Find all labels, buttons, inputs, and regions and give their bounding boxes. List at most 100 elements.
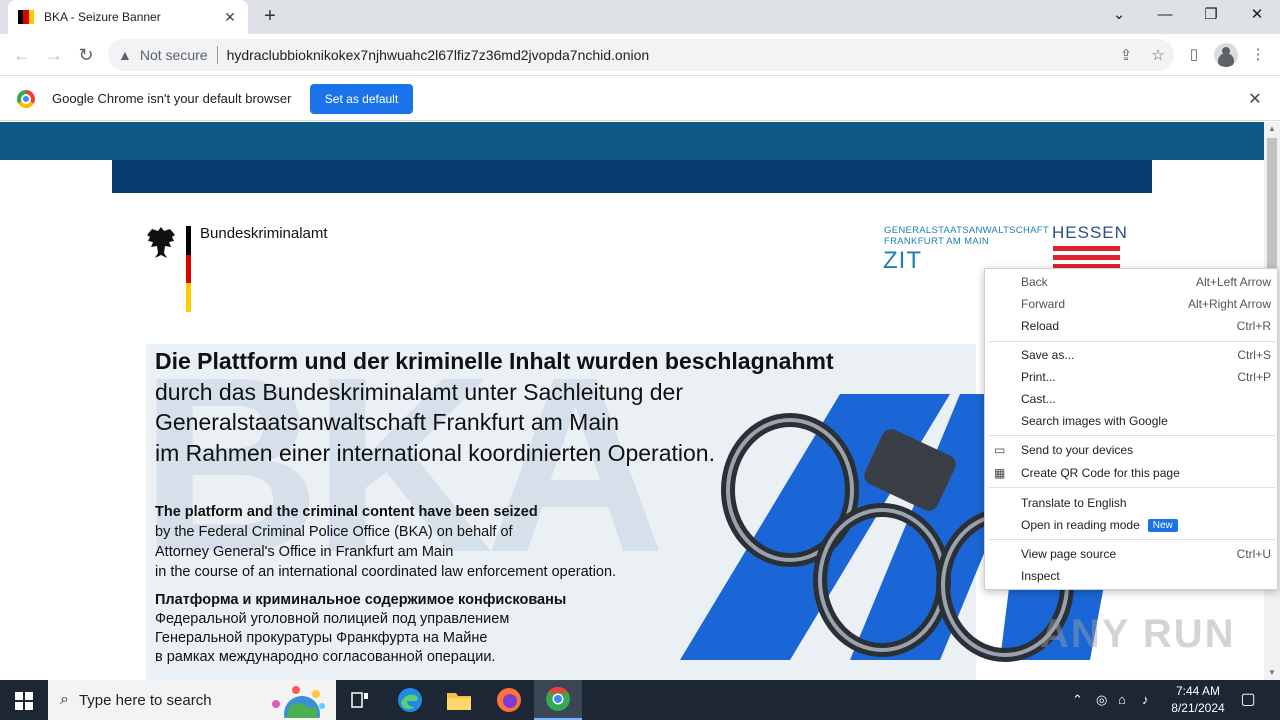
forward-arrow-icon[interactable]: → (42, 43, 66, 67)
share-icon[interactable]: ⇪ (1110, 46, 1142, 64)
german-line-3: Generalstaatsanwaltschaft Frankfurt am M… (155, 409, 620, 435)
menu-item-search-images[interactable]: Search images with Google (985, 410, 1279, 432)
qr-code-icon: ▦ (994, 466, 1006, 480)
reload-icon[interactable]: ↻ (74, 43, 98, 67)
bka-logo-text: Bundeskriminalamt (200, 225, 328, 242)
hessen-logo-text: HESSEN (1052, 223, 1128, 242)
menu-label: Back (1021, 275, 1048, 289)
network-icon[interactable]: ⌂ (1118, 692, 1126, 707)
browser-toolbar: ← → ↻ ▲ Not secure hydraclubbioknikokex7… (0, 34, 1280, 76)
new-badge: New (1147, 518, 1178, 532)
russian-line-2: Федеральной уголовной полицией под управ… (155, 611, 510, 627)
menu-item-back[interactable]: Back Alt+Left Arrow (985, 271, 1279, 293)
url-text[interactable]: hydraclubbioknikokex7njhwuahc2l67lfiz7z3… (227, 47, 1110, 63)
scrollbar-thumb[interactable] (1267, 138, 1277, 288)
english-title: The platform and the criminal content ha… (155, 504, 538, 520)
side-panel-icon[interactable]: ▯ (1182, 43, 1206, 67)
file-explorer-icon[interactable] (435, 680, 483, 720)
volume-icon[interactable]: ♪ (1142, 692, 1149, 707)
russian-line-4: в рамках международно согласованной опер… (155, 649, 496, 665)
menu-item-print[interactable]: Print... Ctrl+P (985, 366, 1279, 388)
close-infobar-icon[interactable]: ✕ (1244, 89, 1266, 109)
menu-item-reload[interactable]: Reload Ctrl+R (985, 315, 1279, 337)
menu-separator (989, 341, 1275, 342)
windows-taskbar: ⌕ Type here to search ⌃ ◎ ⌂ ♪ 7:44 AM 8/… (0, 680, 1280, 720)
task-view-icon[interactable] (336, 680, 384, 720)
set-as-default-button[interactable]: Set as default (310, 84, 413, 114)
tab-search-chevron-icon[interactable]: ⌄ (1096, 0, 1142, 32)
federal-eagle-icon (147, 227, 175, 258)
menu-separator (989, 435, 1275, 436)
german-flag-bar (186, 226, 191, 312)
edge-browser-icon[interactable] (386, 680, 434, 720)
restore-button[interactable]: ❐ (1188, 0, 1234, 32)
earth-day-icon (272, 686, 325, 718)
menu-label: Translate to English (1021, 496, 1127, 510)
back-arrow-icon[interactable]: ← (10, 43, 34, 67)
gsta-line1: GENERALSTAATSANWALTSCHAFT (884, 225, 1049, 236)
header-band (0, 122, 1264, 160)
chrome-taskbar-icon[interactable] (534, 680, 582, 720)
menu-label: Create QR Code for this page (1021, 466, 1180, 480)
menu-item-view-source[interactable]: View page source Ctrl+U (985, 543, 1279, 565)
menu-shortcut: Ctrl+U (1236, 547, 1271, 561)
bookmark-star-icon[interactable]: ☆ (1142, 46, 1174, 64)
address-bar[interactable]: ▲ Not secure hydraclubbioknikokex7njhwua… (108, 39, 1174, 71)
english-line-2: by the Federal Criminal Police Office (B… (155, 524, 513, 540)
close-window-button[interactable]: ✕ (1234, 0, 1280, 32)
hessen-crest-icon (1053, 246, 1120, 270)
menu-shortcut: Ctrl+P (1237, 370, 1271, 384)
russian-line-3: Генеральной прокуратуры Франкфурта на Ма… (155, 630, 488, 646)
german-line-2: durch das Bundeskriminalamt unter Sachle… (155, 378, 684, 405)
menu-label: Save as... (1021, 348, 1075, 362)
tray-chevron-icon[interactable]: ⌃ (1072, 692, 1083, 708)
firefox-icon[interactable] (485, 680, 533, 720)
german-flag-icon (18, 10, 34, 24)
menu-label: Inspect (1021, 569, 1060, 583)
windows-start-icon[interactable] (0, 680, 48, 720)
gsta-line2: FRANKFURT AM MAIN (884, 236, 990, 247)
menu-item-translate[interactable]: Translate to English (985, 492, 1279, 514)
menu-shortcut: Alt+Right Arrow (1187, 297, 1271, 311)
tab-strip: BKA - Seizure Banner ✕ + ⌄ — ❐ ✕ (0, 0, 1280, 34)
menu-item-cast[interactable]: Cast... (985, 388, 1279, 410)
menu-shortcut: Ctrl+R (1236, 319, 1271, 333)
kebab-menu-icon[interactable]: ⋮ (1246, 43, 1270, 67)
menu-item-save-as[interactable]: Save as... Ctrl+S (985, 344, 1279, 366)
zit-logo: ZIT (883, 247, 922, 274)
menu-item-forward[interactable]: Forward Alt+Right Arrow (985, 293, 1279, 315)
menu-item-reading-mode[interactable]: Open in reading mode New (985, 514, 1279, 536)
omnibox-divider (216, 46, 218, 64)
menu-label: Open in reading mode (1021, 518, 1140, 532)
system-clock[interactable]: 7:44 AM 8/21/2024 (1160, 683, 1236, 717)
menu-separator (989, 539, 1275, 540)
menu-label: View page source (1021, 547, 1117, 561)
anyrun-watermark: ANY RUN (1040, 612, 1236, 656)
menu-separator (989, 487, 1275, 488)
menu-label: Send to your devices (1021, 443, 1134, 457)
warning-icon[interactable]: ▲ (118, 47, 132, 63)
menu-shortcut: Alt+Left Arrow (1195, 275, 1271, 289)
profile-avatar-icon[interactable] (1214, 43, 1238, 67)
tab-title: BKA - Seizure Banner (44, 10, 161, 24)
menu-label: Reload (1021, 319, 1060, 333)
not-secure-label[interactable]: Not secure (140, 47, 208, 63)
menu-item-send-to-devices[interactable]: ▭ Send to your devices (985, 439, 1279, 461)
menu-item-inspect[interactable]: Inspect (985, 565, 1279, 587)
menu-item-qr-code[interactable]: ▦ Create QR Code for this page (985, 462, 1279, 484)
russian-title: Платформа и криминальное содержимое конф… (155, 592, 567, 608)
english-line-3: Attorney General's Office in Frankfurt a… (155, 544, 454, 560)
security-icon[interactable]: ◎ (1096, 692, 1107, 708)
minimize-button[interactable]: — (1142, 0, 1188, 32)
devices-icon: ▭ (994, 443, 1006, 457)
menu-shortcut: Ctrl+S (1237, 348, 1271, 362)
infobar-message: Google Chrome isn't your default browser (52, 91, 292, 106)
notifications-icon[interactable]: ▢ (1236, 680, 1260, 720)
new-tab-button[interactable]: + (258, 4, 282, 28)
german-title: Die Plattform und der kriminelle Inhalt … (155, 348, 834, 374)
scroll-down-icon[interactable]: ▼ (1264, 666, 1280, 680)
scroll-up-icon[interactable]: ▲ (1264, 122, 1280, 136)
tab-bka[interactable]: BKA - Seizure Banner ✕ (8, 0, 248, 34)
header-inner-band (112, 160, 1152, 193)
close-tab-icon[interactable]: ✕ (222, 9, 238, 26)
